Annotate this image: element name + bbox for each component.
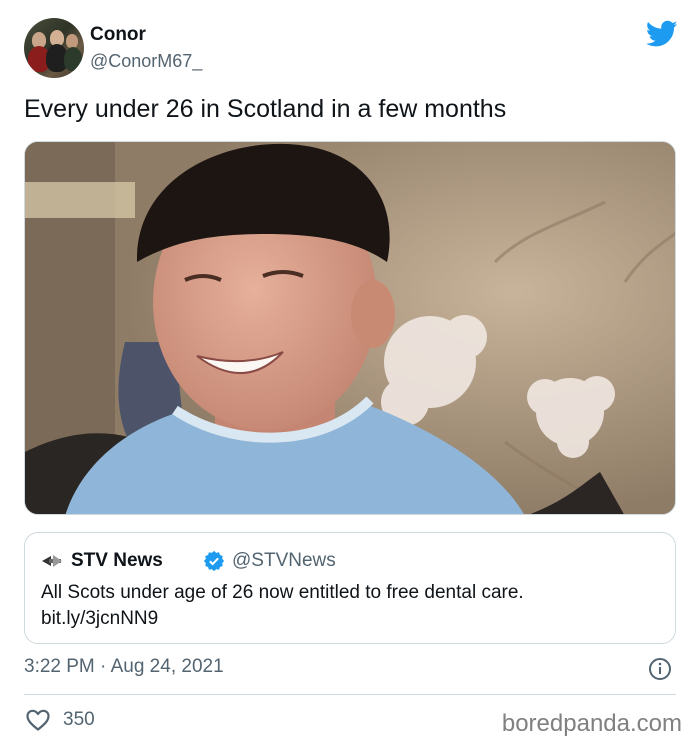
info-icon[interactable]: [648, 657, 672, 681]
quoted-link[interactable]: bit.ly/3jcnNN9: [41, 606, 524, 632]
quoted-tweet-card[interactable]: STV News @STVNews All Scots under age of…: [24, 532, 676, 644]
avatar[interactable]: [24, 18, 84, 78]
tweet-timestamp[interactable]: 3:22 PM · Aug 24, 2021: [24, 656, 224, 678]
like-count: 350: [63, 709, 95, 730]
verified-badge-icon: [203, 550, 225, 572]
display-name[interactable]: Conor: [90, 24, 146, 46]
heart-icon[interactable]: [25, 708, 51, 732]
quoted-text-line: All Scots under age of 26 now entitled t…: [41, 582, 524, 603]
tweet-text: Every under 26 in Scotland in a few mont…: [24, 95, 507, 123]
divider: [24, 694, 676, 695]
stv-news-logo-icon: [42, 555, 62, 567]
tweet-photo[interactable]: [24, 141, 676, 515]
photo-illustration: [25, 142, 675, 514]
user-handle[interactable]: @ConorM67_: [90, 51, 202, 72]
quoted-user-handle[interactable]: @STVNews: [232, 550, 336, 572]
quoted-display-name[interactable]: STV News: [71, 550, 163, 572]
quoted-tweet-text: All Scots under age of 26 now entitled t…: [41, 580, 524, 632]
twitter-bird-icon[interactable]: [646, 20, 678, 48]
watermark: boredpanda.com: [501, 710, 682, 737]
